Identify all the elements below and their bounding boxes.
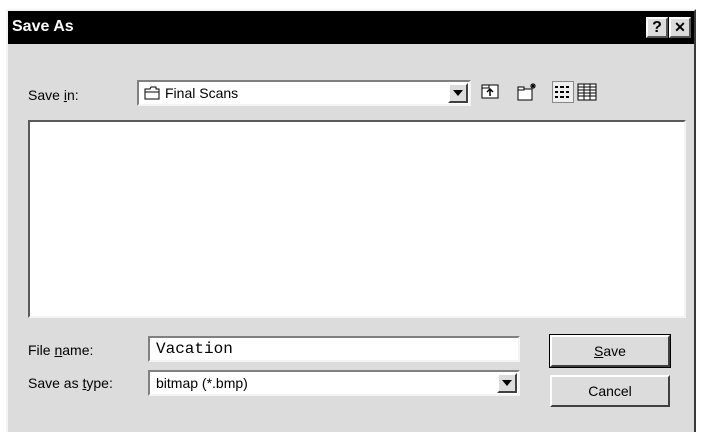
details-view-button[interactable]: [576, 81, 598, 103]
save-as-type-dropdown-button[interactable]: [497, 373, 517, 393]
file-name-input[interactable]: Vacation: [148, 336, 520, 362]
save-as-type-dropdown[interactable]: bitmap (*.bmp): [148, 370, 520, 396]
chevron-down-icon: [502, 380, 512, 386]
folder-icon: [144, 86, 160, 100]
save-as-type-label: Save as type:: [28, 375, 113, 391]
chevron-down-icon: [453, 90, 463, 96]
save-in-dropdown-button[interactable]: [448, 83, 468, 103]
up-one-level-button[interactable]: [480, 81, 502, 103]
save-as-type-label-suffix: ype:: [86, 375, 113, 391]
save-in-label: Save in:: [28, 87, 79, 103]
help-button[interactable]: ?: [646, 17, 668, 38]
save-as-type-label-prefix: Save as: [28, 375, 83, 391]
save-as-type-value: bitmap (*.bmp): [156, 375, 248, 391]
create-new-folder-icon: [517, 83, 536, 101]
save-in-dropdown[interactable]: Final Scans: [137, 80, 471, 106]
close-button[interactable]: ✕: [669, 17, 691, 38]
file-name-label: File name:: [28, 342, 93, 358]
save-button-label: ave: [603, 343, 626, 359]
up-one-level-icon: [481, 84, 499, 99]
window-title: Save As: [12, 18, 74, 35]
cancel-button[interactable]: Cancel: [550, 375, 670, 407]
save-button-accel: S: [594, 343, 604, 359]
create-new-folder-button[interactable]: [516, 81, 538, 103]
list-view-button[interactable]: [552, 81, 574, 103]
save-in-label-prefix: Save: [28, 87, 64, 103]
save-in-value: Final Scans: [165, 85, 239, 101]
details-view-icon: [577, 83, 597, 101]
file-list[interactable]: [28, 120, 686, 318]
file-name-label-suffix: ame:: [62, 342, 94, 358]
list-view-icon: [555, 86, 569, 98]
save-as-dialog: Save As ? ✕ Save in: Final Scans File na…: [6, 9, 696, 432]
file-name-label-prefix: File: [28, 342, 55, 358]
save-in-label-suffix: n:: [66, 87, 79, 103]
title-bar: Save As ? ✕: [8, 11, 694, 44]
save-button[interactable]: Save: [549, 334, 671, 368]
